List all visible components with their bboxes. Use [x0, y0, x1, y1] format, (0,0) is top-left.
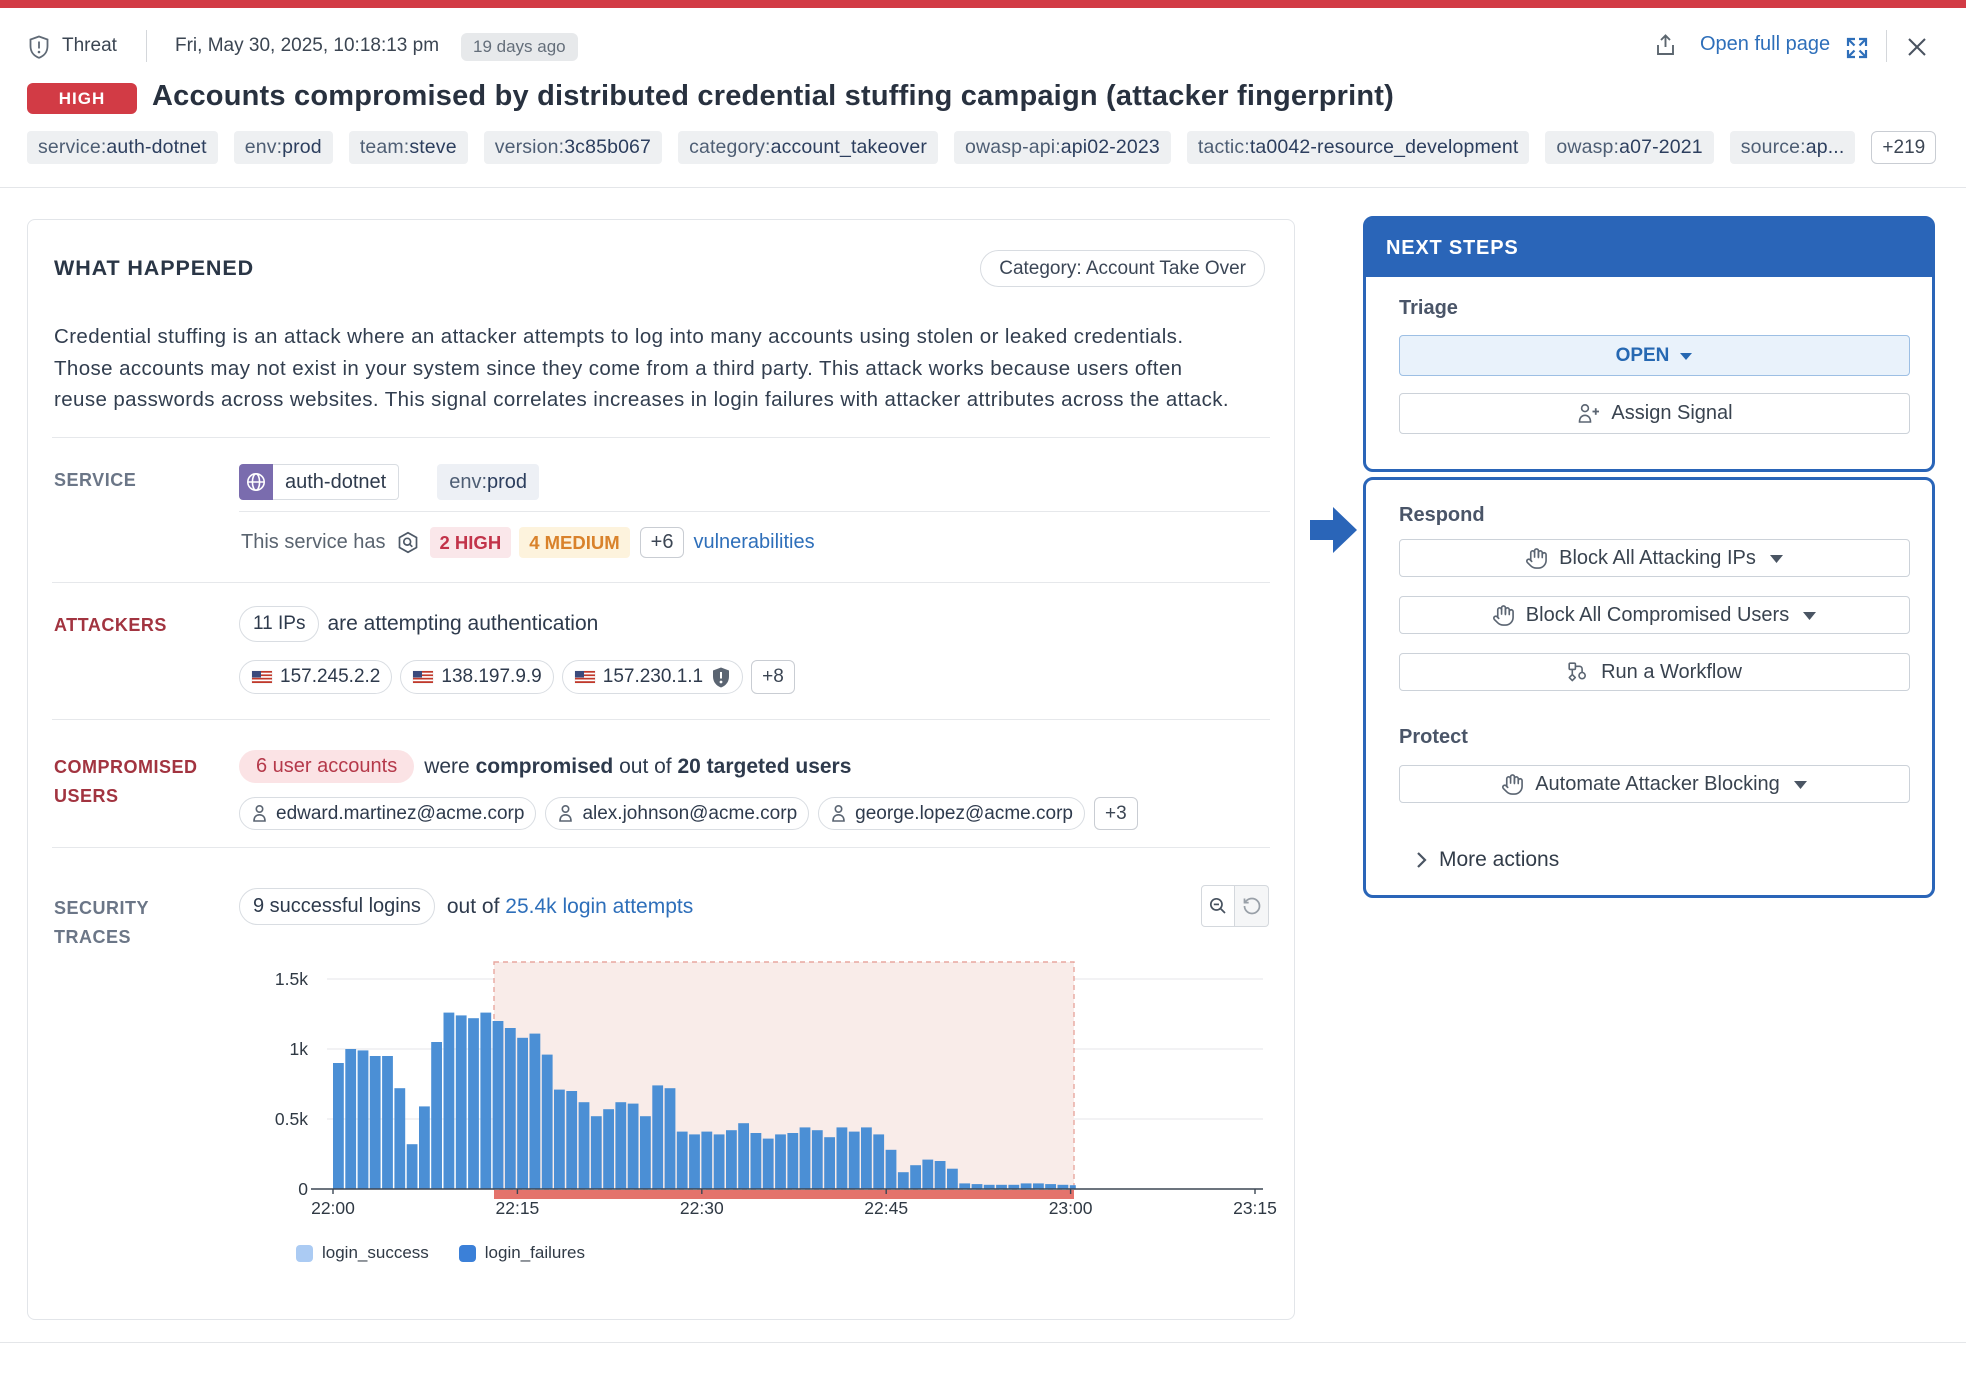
svg-text:22:45: 22:45: [864, 1198, 908, 1216]
svg-text:23:00: 23:00: [1049, 1198, 1093, 1216]
svg-text:23:15: 23:15: [1233, 1198, 1277, 1216]
svg-text:22:00: 22:00: [311, 1198, 355, 1216]
svg-text:0.5k: 0.5k: [275, 1109, 308, 1129]
svg-text:22:15: 22:15: [496, 1198, 540, 1216]
svg-text:0: 0: [298, 1179, 308, 1199]
svg-text:22:30: 22:30: [680, 1198, 724, 1216]
svg-text:1k: 1k: [290, 1039, 309, 1059]
svg-text:1.5k: 1.5k: [275, 969, 308, 989]
